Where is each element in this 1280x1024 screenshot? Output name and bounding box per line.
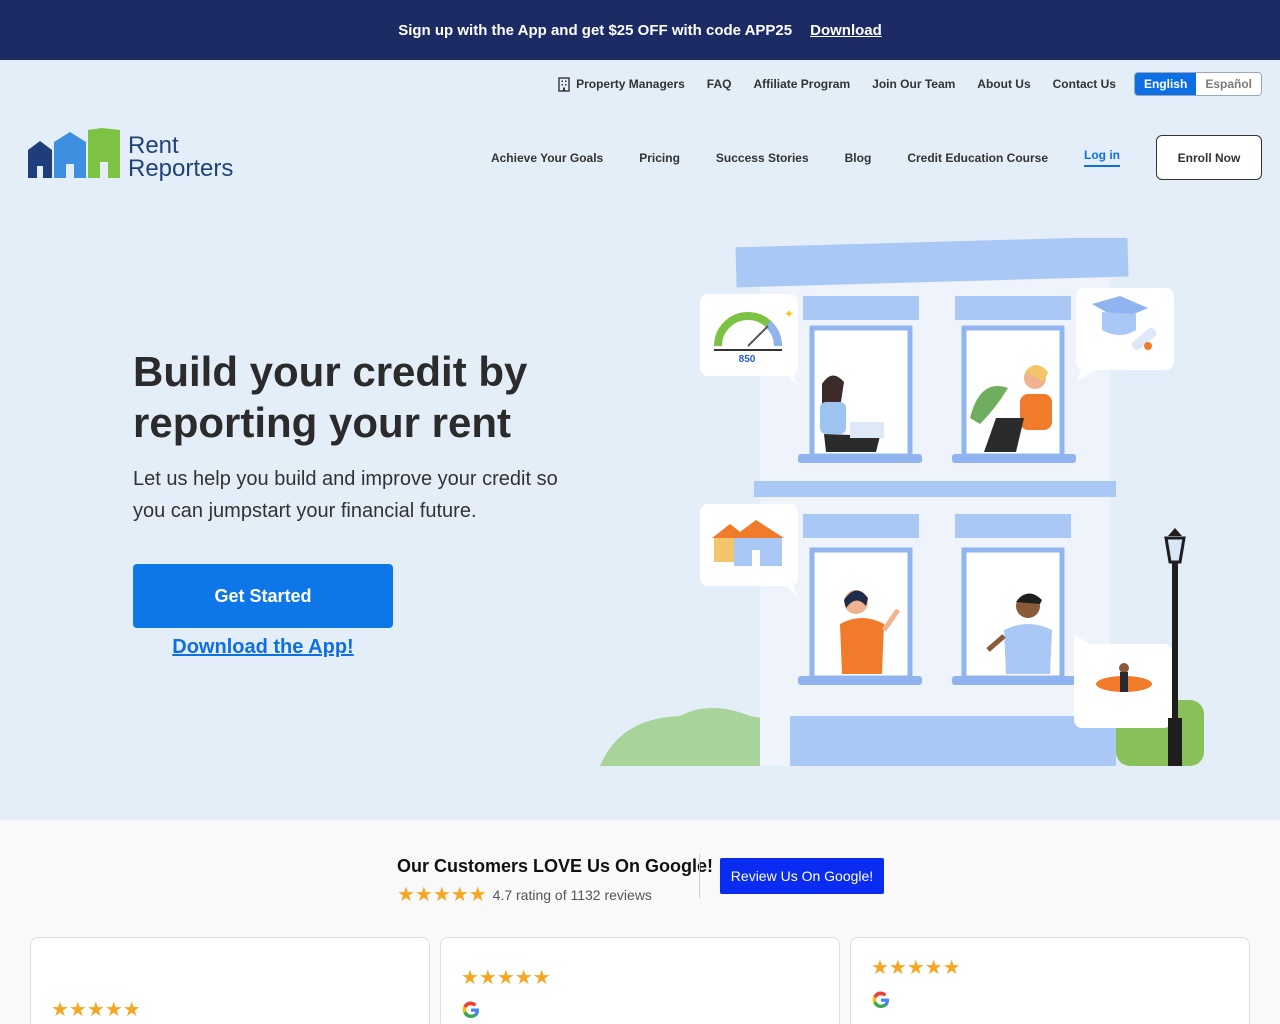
review-stars: ★★★★★ (461, 967, 551, 989)
credit-score-value: 850 (739, 354, 756, 365)
review-stars: ★★★★★ (51, 999, 141, 1021)
property-managers-label: Property Managers (576, 77, 685, 91)
get-started-button[interactable]: Get Started (133, 564, 393, 628)
lang-spanish[interactable]: Español (1196, 73, 1261, 95)
brand-line-1: Rent (128, 132, 179, 159)
review-us-button[interactable]: Review Us On Google! (720, 858, 884, 894)
enroll-now-button[interactable]: Enroll Now (1156, 135, 1262, 180)
language-toggle: English Español (1133, 72, 1262, 96)
download-app-link[interactable]: Download the App! (133, 636, 393, 659)
brand-line-2: Reporters (128, 155, 234, 182)
graduation-bubble (1076, 288, 1174, 382)
review-stars: ★★★★★ (871, 957, 961, 979)
hero-subtitle: Let us help you build and improve your c… (133, 468, 558, 522)
google-icon (872, 991, 889, 1009)
divider (699, 854, 700, 898)
nav-pricing[interactable]: Pricing (639, 151, 680, 165)
review-card: ★★★★★ (30, 937, 430, 1024)
svg-text:✦: ✦ (784, 307, 794, 321)
google-icon (462, 1001, 479, 1019)
faq-link[interactable]: FAQ (707, 77, 732, 91)
rating-text: 4.7 rating of 1132 reviews (492, 887, 652, 903)
brand-wordmark: Rent Reporters (128, 132, 234, 182)
hero-illustration: 850 ✦ (600, 238, 1204, 766)
about-link[interactable]: About Us (977, 77, 1030, 91)
surfer-bubble (1074, 634, 1172, 728)
rating-summary: ★★★★★ 4.7 rating of 1132 reviews (397, 885, 713, 905)
utility-nav: Property Managers FAQ Affiliate Program … (558, 72, 1262, 96)
promo-download-link[interactable]: Download (810, 22, 882, 39)
house-bubble (700, 504, 798, 598)
login-link[interactable]: Log in (1084, 148, 1120, 167)
rating-stars: ★★★★★ (397, 884, 487, 906)
rent-reporters-logo[interactable]: Rent Reporters (26, 128, 233, 186)
contact-link[interactable]: Contact Us (1053, 77, 1116, 91)
building-icon (558, 76, 570, 92)
promo-text: Sign up with the App and get $25 OFF wit… (398, 21, 793, 39)
review-card: ★★★★★ (440, 937, 840, 1024)
reviews-section: Our Customers LOVE Us On Google! ★★★★★ 4… (0, 820, 1280, 1024)
nav-blog[interactable]: Blog (845, 151, 872, 165)
lang-english[interactable]: English (1134, 73, 1197, 95)
reviews-title: Our Customers LOVE Us On Google! (397, 856, 714, 876)
nav-credit-course[interactable]: Credit Education Course (907, 151, 1048, 165)
review-card: ★★★★★ (850, 937, 1250, 1024)
houses-logo-icon (28, 128, 120, 178)
promo-banner: Sign up with the App and get $25 OFF wit… (0, 0, 1280, 60)
credit-score-bubble: 850 ✦ (700, 294, 798, 386)
reviews-header: Our Customers LOVE Us On Google! ★★★★★ 4… (397, 856, 713, 905)
nav-success-stories[interactable]: Success Stories (716, 151, 809, 165)
property-managers-link[interactable]: Property Managers (558, 76, 685, 92)
affiliate-link[interactable]: Affiliate Program (753, 77, 850, 91)
hero-title: Build your credit by reporting your rent (133, 348, 528, 446)
nav-achieve-goals[interactable]: Achieve Your Goals (491, 151, 603, 165)
join-team-link[interactable]: Join Our Team (872, 77, 955, 91)
main-nav: Achieve Your Goals Pricing Success Stori… (491, 135, 1262, 180)
